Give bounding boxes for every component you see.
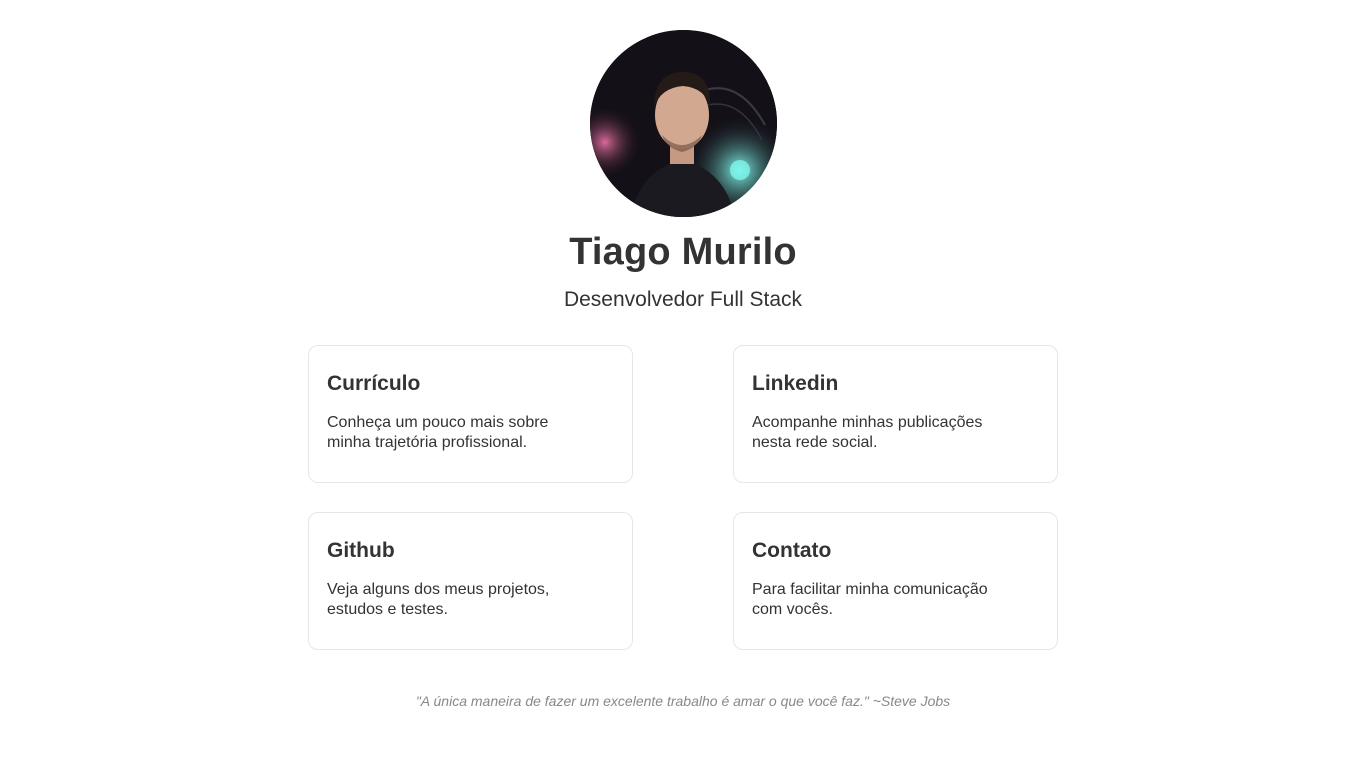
card-title: Currículo (327, 372, 421, 395)
page: Tiago Murilo Desenvolvedor Full Stack Cu… (0, 0, 1366, 768)
card-description: Acompanhe minhas publicações nesta rede … (752, 414, 983, 451)
profile-photo (590, 30, 777, 217)
card-description: Veja alguns dos meus projetos, estudos e… (327, 581, 550, 618)
card-title: Contato (752, 539, 832, 562)
profile-name: Tiago Murilo (569, 231, 797, 273)
card-title: Github (327, 539, 395, 562)
card-github[interactable]: Github Veja alguns dos meus projetos, es… (308, 512, 633, 650)
footer-quote: "A única maneira de fazer um excelente t… (415, 693, 951, 709)
card-linkedin[interactable]: Linkedin Acompanhe minhas publicações ne… (733, 345, 1058, 483)
card-curriculo[interactable]: Currículo Conheça um pouco mais sobre mi… (308, 345, 633, 483)
card-title: Linkedin (752, 372, 839, 395)
card-contato[interactable]: Contato Para facilitar minha comunicação… (733, 512, 1058, 650)
profile-avatar (590, 30, 777, 217)
card-description: Para facilitar minha comunicação com voc… (752, 581, 988, 618)
profile-role: Desenvolvedor Full Stack (563, 288, 803, 311)
card-description: Conheça um pouco mais sobre minha trajet… (327, 414, 549, 451)
